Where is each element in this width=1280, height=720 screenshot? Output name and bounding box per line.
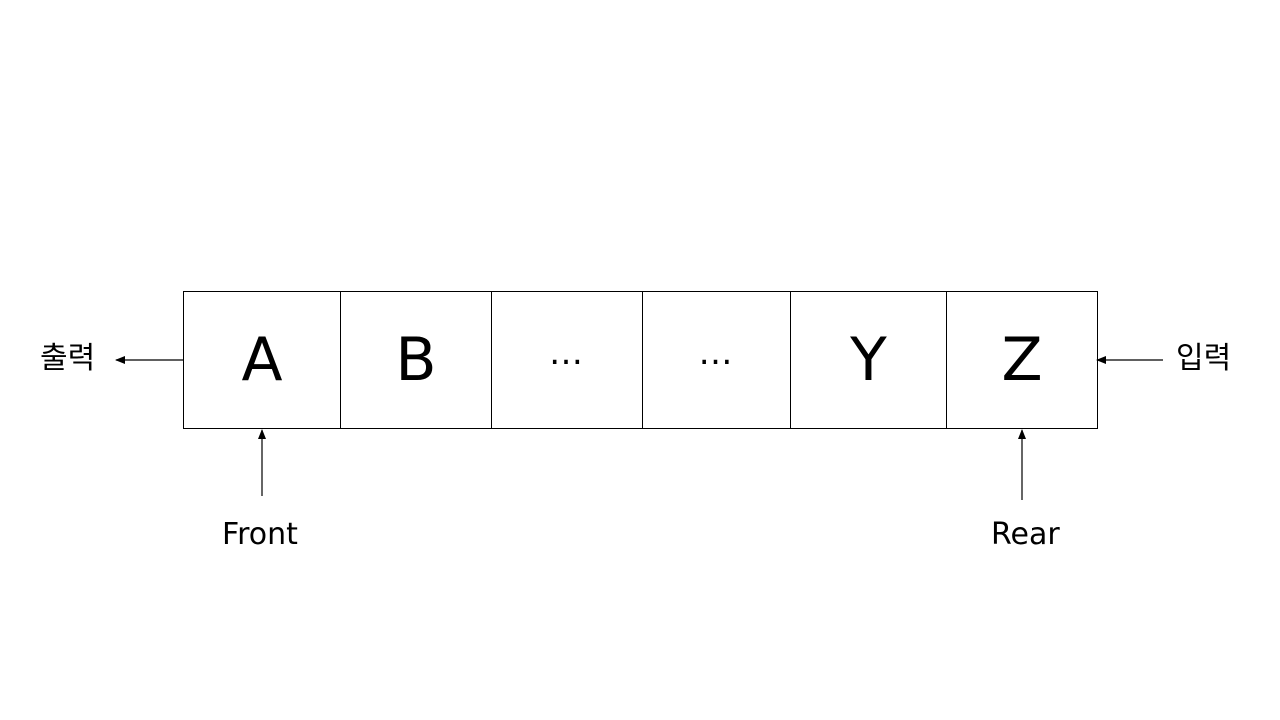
output-label: 출력 <box>40 341 96 376</box>
queue-cell-rear: Z <box>1001 325 1043 395</box>
rear-label: Rear <box>991 517 1060 552</box>
queue-array: A B … … Y Z <box>183 291 1098 429</box>
input-label: 입력 <box>1176 341 1232 376</box>
queue-cell-ellipsis: … <box>492 292 643 428</box>
queue-cell-front: A <box>184 292 341 428</box>
front-label: Front <box>222 517 298 552</box>
queue-cell: B <box>341 292 492 428</box>
queue-cell-ellipsis: … <box>643 292 791 428</box>
queue-diagram: A B … … Y Z 출력 입력 Front Rear <box>0 0 1280 720</box>
queue-cell: Y <box>791 292 947 428</box>
